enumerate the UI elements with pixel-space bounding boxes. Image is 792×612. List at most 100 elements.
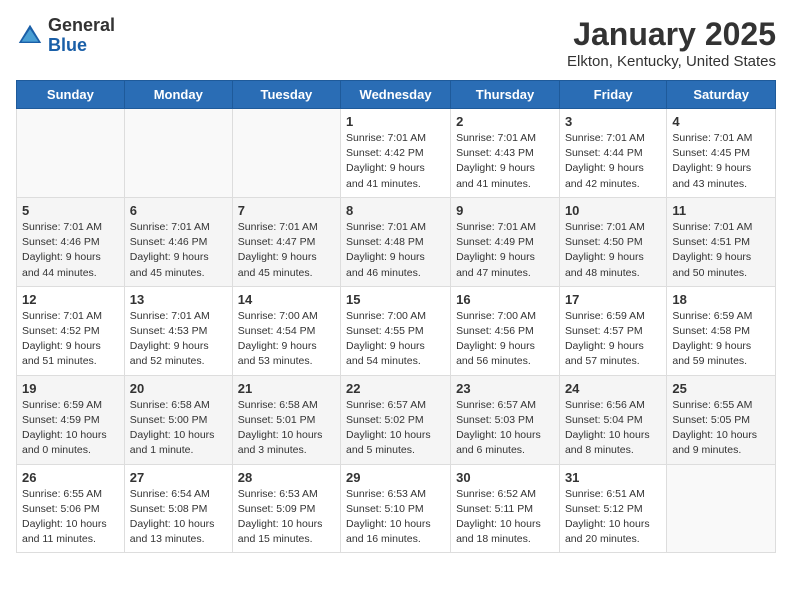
day-info: Sunrise: 6:56 AM Sunset: 5:04 PM Dayligh… — [565, 398, 661, 459]
calendar-week-row: 1 Sunrise: 7:01 AM Sunset: 4:42 PM Daylig… — [17, 109, 776, 198]
day-info: Sunrise: 6:58 AM Sunset: 5:00 PM Dayligh… — [130, 398, 227, 459]
day-info: Sunrise: 6:57 AM Sunset: 5:03 PM Dayligh… — [456, 398, 554, 459]
day-info: Sunrise: 6:52 AM Sunset: 5:11 PM Dayligh… — [456, 487, 554, 548]
calendar-cell: 20 Sunrise: 6:58 AM Sunset: 5:00 PM Dayli… — [124, 375, 232, 464]
day-info: Sunrise: 7:01 AM Sunset: 4:46 PM Dayligh… — [22, 220, 119, 281]
day-number: 12 — [22, 292, 119, 307]
day-info: Sunrise: 7:01 AM Sunset: 4:43 PM Dayligh… — [456, 131, 554, 192]
day-number: 29 — [346, 470, 445, 485]
calendar-cell — [124, 109, 232, 198]
day-info: Sunrise: 6:55 AM Sunset: 5:05 PM Dayligh… — [672, 398, 770, 459]
calendar-cell: 8 Sunrise: 7:01 AM Sunset: 4:48 PM Daylig… — [341, 197, 451, 286]
day-info: Sunrise: 6:54 AM Sunset: 5:08 PM Dayligh… — [130, 487, 227, 548]
logo-general-text: General — [48, 16, 115, 36]
day-info: Sunrise: 6:51 AM Sunset: 5:12 PM Dayligh… — [565, 487, 661, 548]
calendar-cell — [232, 109, 340, 198]
calendar-cell: 7 Sunrise: 7:01 AM Sunset: 4:47 PM Daylig… — [232, 197, 340, 286]
calendar-cell: 15 Sunrise: 7:00 AM Sunset: 4:55 PM Dayli… — [341, 286, 451, 375]
calendar-table: SundayMondayTuesdayWednesdayThursdayFrid… — [16, 80, 776, 553]
calendar-cell: 3Sunrise: 7:01 AM Sunset: 4:44 PM Daylig… — [559, 109, 666, 198]
day-number: 3 — [565, 114, 661, 129]
day-number: 26 — [22, 470, 119, 485]
day-info: Sunrise: 6:58 AM Sunset: 5:01 PM Dayligh… — [238, 398, 335, 459]
calendar-cell: 11 Sunrise: 7:01 AM Sunset: 4:51 PM Dayli… — [667, 197, 776, 286]
calendar-cell: 31 Sunrise: 6:51 AM Sunset: 5:12 PM Dayli… — [559, 464, 666, 553]
calendar-cell: 14 Sunrise: 7:00 AM Sunset: 4:54 PM Dayli… — [232, 286, 340, 375]
calendar-week-row: 19 Sunrise: 6:59 AM Sunset: 4:59 PM Dayli… — [17, 375, 776, 464]
calendar-cell — [17, 109, 125, 198]
calendar-cell: 24 Sunrise: 6:56 AM Sunset: 5:04 PM Dayli… — [559, 375, 666, 464]
day-number: 24 — [565, 381, 661, 396]
day-number: 15 — [346, 292, 445, 307]
calendar-cell: 21Sunrise: 6:58 AM Sunset: 5:01 PM Dayli… — [232, 375, 340, 464]
day-number: 27 — [130, 470, 227, 485]
calendar-cell: 12 Sunrise: 7:01 AM Sunset: 4:52 PM Dayli… — [17, 286, 125, 375]
logo-icon — [16, 22, 44, 50]
page-header: General Blue January 2025 Elkton, Kentuc… — [16, 16, 776, 70]
day-number: 16 — [456, 292, 554, 307]
calendar-cell: 23Sunrise: 6:57 AM Sunset: 5:03 PM Dayli… — [451, 375, 560, 464]
calendar-week-row: 26 Sunrise: 6:55 AM Sunset: 5:06 PM Dayli… — [17, 464, 776, 553]
weekday-header: Thursday — [451, 81, 560, 109]
day-info: Sunrise: 7:01 AM Sunset: 4:50 PM Dayligh… — [565, 220, 661, 281]
day-info: Sunrise: 7:01 AM Sunset: 4:45 PM Dayligh… — [672, 131, 770, 192]
day-info: Sunrise: 7:01 AM Sunset: 4:42 PM Dayligh… — [346, 131, 445, 192]
calendar-cell: 19 Sunrise: 6:59 AM Sunset: 4:59 PM Dayli… — [17, 375, 125, 464]
day-info: Sunrise: 6:59 AM Sunset: 4:59 PM Dayligh… — [22, 398, 119, 459]
day-number: 19 — [22, 381, 119, 396]
day-number: 7 — [238, 203, 335, 218]
day-number: 17 — [565, 292, 661, 307]
logo: General Blue — [16, 16, 115, 56]
day-info: Sunrise: 6:55 AM Sunset: 5:06 PM Dayligh… — [22, 487, 119, 548]
day-info: Sunrise: 7:01 AM Sunset: 4:48 PM Dayligh… — [346, 220, 445, 281]
day-number: 11 — [672, 203, 770, 218]
calendar-cell: 27 Sunrise: 6:54 AM Sunset: 5:08 PM Dayli… — [124, 464, 232, 553]
calendar-cell: 6Sunrise: 7:01 AM Sunset: 4:46 PM Daylig… — [124, 197, 232, 286]
calendar-cell — [667, 464, 776, 553]
weekday-header: Tuesday — [232, 81, 340, 109]
calendar-cell: 26 Sunrise: 6:55 AM Sunset: 5:06 PM Dayli… — [17, 464, 125, 553]
day-info: Sunrise: 6:57 AM Sunset: 5:02 PM Dayligh… — [346, 398, 445, 459]
day-info: Sunrise: 6:59 AM Sunset: 4:57 PM Dayligh… — [565, 309, 661, 370]
day-number: 1 — [346, 114, 445, 129]
day-number: 8 — [346, 203, 445, 218]
day-number: 20 — [130, 381, 227, 396]
title-block: January 2025 Elkton, Kentucky, United St… — [567, 16, 776, 70]
calendar-cell: 16 Sunrise: 7:00 AM Sunset: 4:56 PM Dayli… — [451, 286, 560, 375]
day-info: Sunrise: 7:01 AM Sunset: 4:49 PM Dayligh… — [456, 220, 554, 281]
calendar-cell: 30 Sunrise: 6:52 AM Sunset: 5:11 PM Dayli… — [451, 464, 560, 553]
day-number: 22 — [346, 381, 445, 396]
logo-blue-text: Blue — [48, 36, 115, 56]
day-number: 5 — [22, 203, 119, 218]
weekday-header: Wednesday — [341, 81, 451, 109]
day-info: Sunrise: 7:01 AM Sunset: 4:46 PM Dayligh… — [130, 220, 227, 281]
calendar-cell: 18Sunrise: 6:59 AM Sunset: 4:58 PM Dayli… — [667, 286, 776, 375]
day-number: 31 — [565, 470, 661, 485]
calendar-cell: 25Sunrise: 6:55 AM Sunset: 5:05 PM Dayli… — [667, 375, 776, 464]
calendar-week-row: 5 Sunrise: 7:01 AM Sunset: 4:46 PM Daylig… — [17, 197, 776, 286]
day-info: Sunrise: 7:01 AM Sunset: 4:53 PM Dayligh… — [130, 309, 227, 370]
calendar-cell: 2Sunrise: 7:01 AM Sunset: 4:43 PM Daylig… — [451, 109, 560, 198]
calendar-cell: 22 Sunrise: 6:57 AM Sunset: 5:02 PM Dayli… — [341, 375, 451, 464]
day-info: Sunrise: 7:00 AM Sunset: 4:56 PM Dayligh… — [456, 309, 554, 370]
day-info: Sunrise: 7:00 AM Sunset: 4:54 PM Dayligh… — [238, 309, 335, 370]
day-info: Sunrise: 6:53 AM Sunset: 5:10 PM Dayligh… — [346, 487, 445, 548]
day-number: 4 — [672, 114, 770, 129]
calendar-cell: 17 Sunrise: 6:59 AM Sunset: 4:57 PM Dayli… — [559, 286, 666, 375]
day-number: 30 — [456, 470, 554, 485]
weekday-header: Friday — [559, 81, 666, 109]
calendar-header-row: SundayMondayTuesdayWednesdayThursdayFrid… — [17, 81, 776, 109]
calendar-cell: 4 Sunrise: 7:01 AM Sunset: 4:45 PM Daylig… — [667, 109, 776, 198]
day-info: Sunrise: 7:00 AM Sunset: 4:55 PM Dayligh… — [346, 309, 445, 370]
day-number: 18 — [672, 292, 770, 307]
day-number: 14 — [238, 292, 335, 307]
day-info: Sunrise: 7:01 AM Sunset: 4:47 PM Dayligh… — [238, 220, 335, 281]
weekday-header: Monday — [124, 81, 232, 109]
location-text: Elkton, Kentucky, United States — [567, 53, 776, 70]
day-info: Sunrise: 7:01 AM Sunset: 4:51 PM Dayligh… — [672, 220, 770, 281]
day-number: 13 — [130, 292, 227, 307]
month-title: January 2025 — [567, 16, 776, 53]
day-info: Sunrise: 7:01 AM Sunset: 4:52 PM Dayligh… — [22, 309, 119, 370]
calendar-cell: 9Sunrise: 7:01 AM Sunset: 4:49 PM Daylig… — [451, 197, 560, 286]
calendar-cell: 29 Sunrise: 6:53 AM Sunset: 5:10 PM Dayli… — [341, 464, 451, 553]
